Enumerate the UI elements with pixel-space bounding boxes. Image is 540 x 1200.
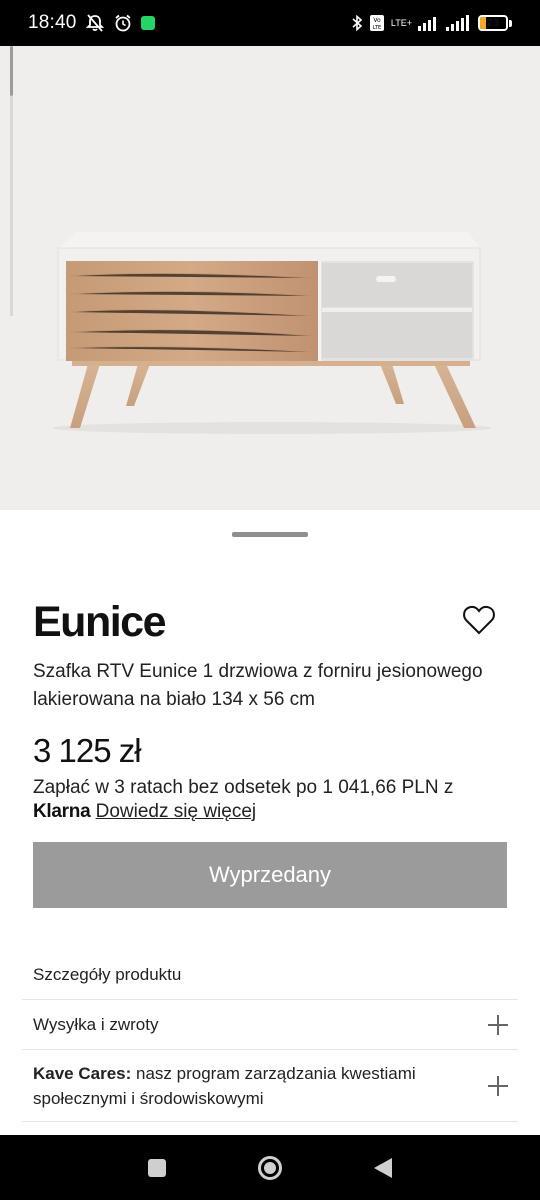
product-image	[0, 46, 540, 510]
product-title: Eunice	[33, 598, 167, 646]
volte-icon: Vo LTE	[369, 15, 384, 31]
sheet-drag-handle[interactable]	[232, 532, 308, 537]
learn-more-link[interactable]: Dowiedz się więcej	[96, 801, 257, 822]
heart-icon[interactable]	[462, 604, 496, 636]
battery-icon: 23	[478, 15, 512, 31]
square-icon	[147, 1158, 166, 1177]
tv-cabinet-image	[52, 232, 492, 434]
battery-level: 23	[486, 17, 500, 29]
whatsapp-icon	[140, 16, 155, 30]
installments-info: Zapłać w 3 ratach bez odsetek po 1 041,6…	[33, 776, 513, 824]
scroll-track	[10, 96, 13, 316]
svg-text:Vo: Vo	[373, 17, 381, 24]
signal-icon	[418, 17, 436, 31]
recents-button[interactable]	[137, 1148, 177, 1188]
installments-text: Zapłać w 3 ratach bez odsetek po 1 041,6…	[33, 777, 454, 798]
accordion-product-details[interactable]: Szczegóły produktu	[22, 950, 518, 1000]
triangle-back-icon	[374, 1157, 393, 1178]
plus-icon[interactable]	[488, 1076, 508, 1096]
status-time: 18:40	[28, 12, 77, 33]
navigation-bar	[0, 1135, 540, 1200]
network-type: LTE+	[390, 17, 412, 28]
product-sheet: Eunice Szafka RTV Eunice 1 drzwiowa z fo…	[0, 510, 540, 1135]
accordion-kave-cares[interactable]: Kave Cares: nasz program zarządzania kwe…	[22, 1050, 518, 1122]
circle-icon	[257, 1155, 282, 1180]
back-button[interactable]	[363, 1148, 403, 1188]
alarm-icon	[114, 14, 131, 32]
accordion-label: Wysyłka i zwroty	[33, 1015, 159, 1034]
product-description: Szafka RTV Eunice 1 drzwiowa z forniru j…	[33, 661, 483, 710]
accordion-label: Kave Cares: nasz program zarządzania kwe…	[33, 1061, 463, 1111]
bell-muted-icon	[85, 14, 104, 32]
accordion-label: Szczegóły produktu	[33, 965, 182, 984]
signal-icon-2	[446, 15, 469, 31]
status-bar: 18:40 Vo LTE LTE+ 23	[0, 0, 540, 46]
kave-cares-title: Kave Cares:	[33, 1064, 132, 1083]
svg-text:LTE: LTE	[373, 25, 381, 31]
plus-icon[interactable]	[488, 1015, 508, 1035]
home-button[interactable]	[250, 1148, 290, 1188]
klarna-logo: Klarna	[33, 801, 91, 822]
product-price: 3 125 zł	[33, 732, 142, 769]
scroll-indicator	[10, 46, 13, 96]
sold-out-button[interactable]: Wyprzedany	[33, 842, 507, 908]
accordion-shipping-returns[interactable]: Wysyłka i zwroty	[22, 1000, 518, 1050]
bluetooth-icon	[352, 14, 363, 32]
